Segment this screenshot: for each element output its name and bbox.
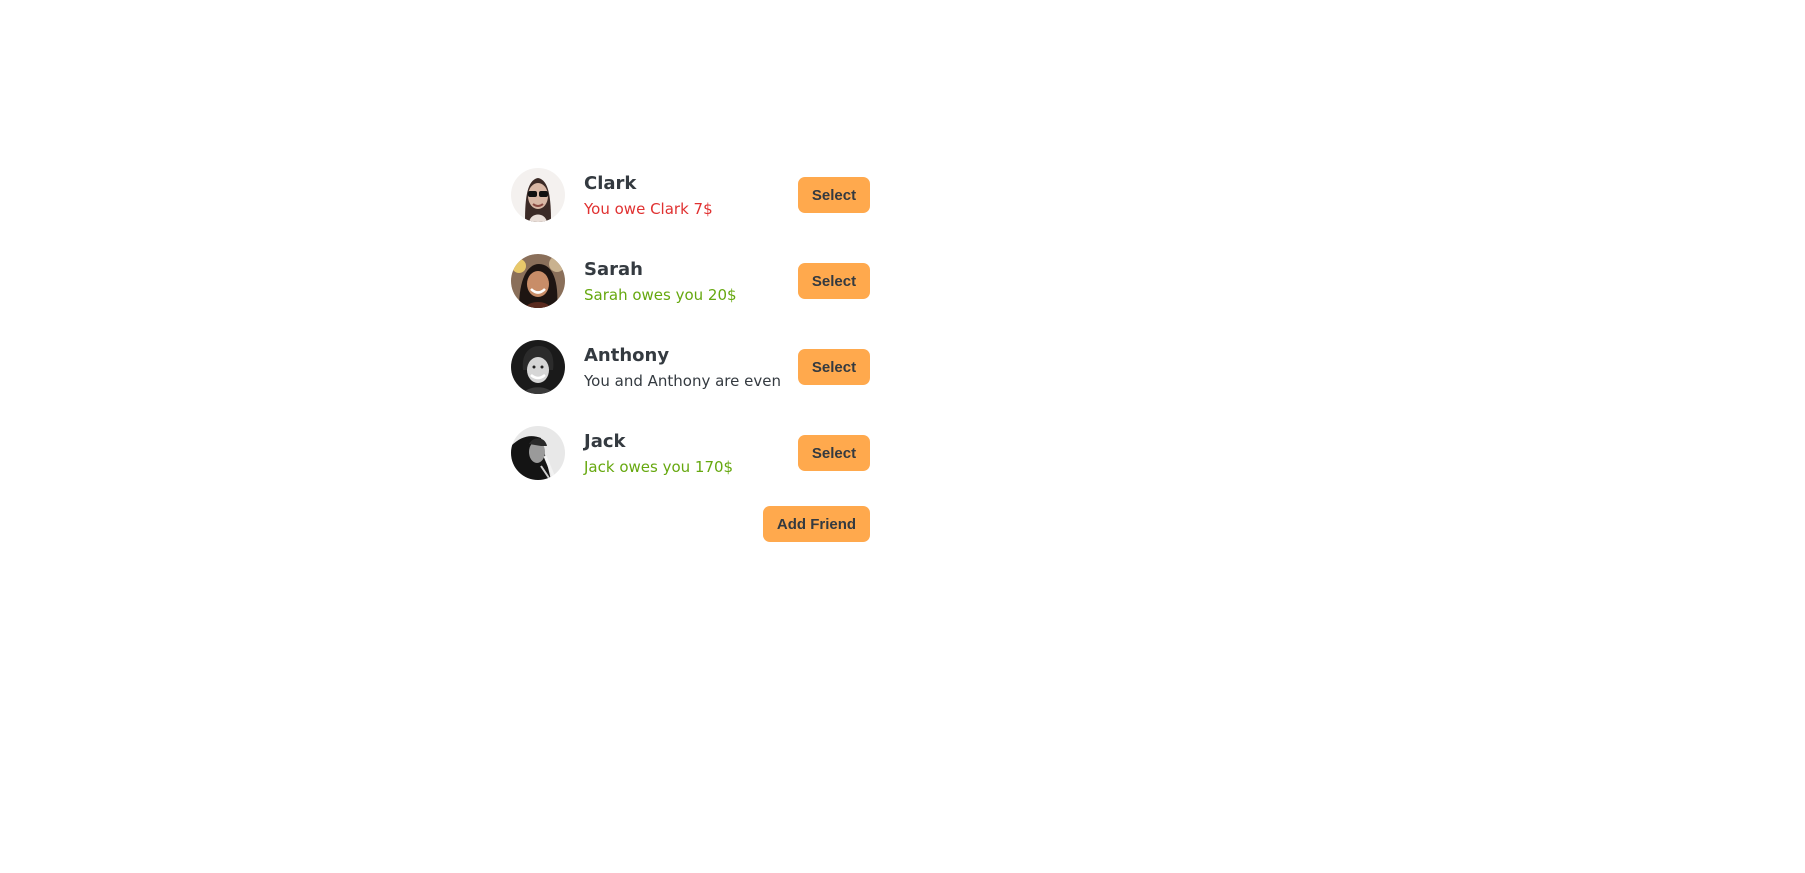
friend-balance: You and Anthony are even [584, 371, 781, 390]
friend-info: Clark You owe Clark 7$ [584, 172, 798, 219]
add-friend-row: Add Friend [511, 506, 870, 542]
friend-name: Anthony [584, 344, 670, 366]
select-button-clark[interactable]: Select [798, 177, 870, 213]
friend-info: Anthony You and Anthony are even [584, 344, 798, 391]
friend-avatar [511, 426, 565, 480]
friend-balance: Jack owes you 170$ [584, 457, 734, 476]
friend-item-jack: Jack Jack owes you 170$ Select [511, 410, 870, 496]
friend-balance: Sarah owes you 20$ [584, 285, 737, 304]
friend-avatar [511, 340, 565, 394]
friend-avatar [511, 254, 565, 308]
friend-avatar [511, 168, 565, 222]
friend-name: Clark [584, 172, 637, 194]
select-button-jack[interactable]: Select [798, 435, 870, 471]
friend-info: Jack Jack owes you 170$ [584, 430, 798, 477]
friend-info: Sarah Sarah owes you 20$ [584, 258, 798, 305]
friends-list: Clark You owe Clark 7$ Select Sarah Sara… [511, 152, 870, 496]
add-friend-button[interactable]: Add Friend [763, 506, 870, 542]
avatar-clark-icon [511, 168, 565, 222]
select-button-sarah[interactable]: Select [798, 263, 870, 299]
friend-item-anthony: Anthony You and Anthony are even Select [511, 324, 870, 410]
friend-name: Sarah [584, 258, 643, 280]
friend-name: Jack [584, 430, 626, 452]
friend-item-sarah: Sarah Sarah owes you 20$ Select [511, 238, 870, 324]
avatar-sarah-icon [511, 254, 565, 308]
select-button-anthony[interactable]: Select [798, 349, 870, 385]
avatar-anthony-icon [511, 340, 565, 394]
friend-item-clark: Clark You owe Clark 7$ Select [511, 152, 870, 238]
friends-sidebar: Clark You owe Clark 7$ Select Sarah Sara… [511, 152, 870, 542]
friend-balance: You owe Clark 7$ [584, 199, 713, 218]
avatar-jack-icon [511, 426, 565, 480]
